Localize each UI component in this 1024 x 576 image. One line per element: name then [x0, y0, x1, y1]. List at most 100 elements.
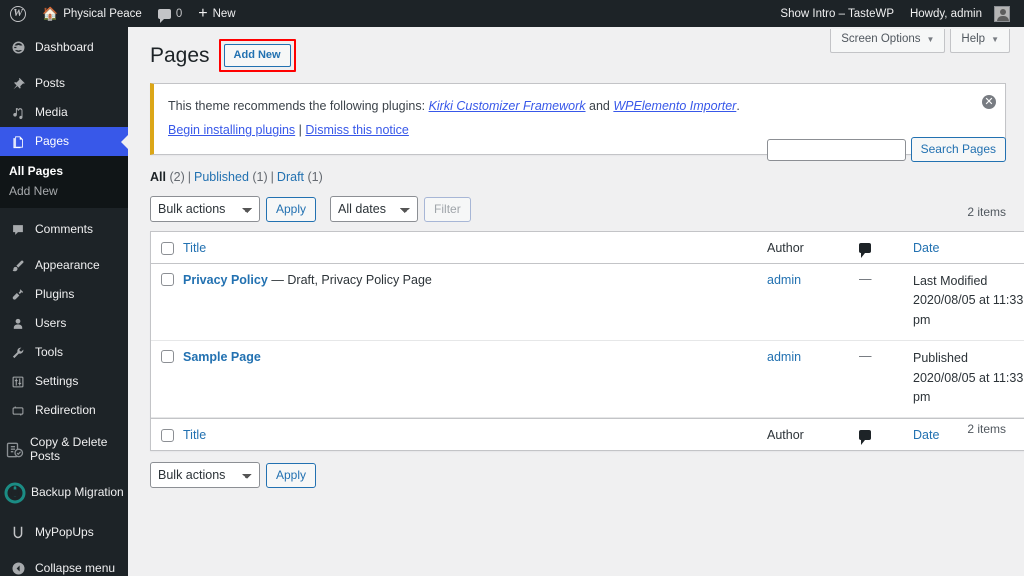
apply-button-bottom[interactable]: Apply — [266, 462, 317, 488]
search-box: Search Pages — [766, 137, 1006, 162]
column-header-title[interactable]: Title — [183, 241, 767, 255]
sidebar-item-copy-delete-posts[interactable]: Copy & Delete Posts — [0, 432, 128, 468]
sidebar-item-pages[interactable]: Pages — [0, 127, 128, 156]
filter-published-count: (1) — [252, 169, 268, 184]
add-new-button[interactable]: Add New — [223, 44, 291, 68]
notice-line-1: This theme recommends the following plug… — [168, 95, 993, 118]
column-header-comments[interactable] — [859, 242, 913, 258]
home-icon: 🏠 — [42, 6, 59, 21]
site-name-label: Physical Peace — [63, 7, 142, 20]
sidebar-item-label: MyPopUps — [35, 525, 94, 540]
date-status: Last Modified — [913, 274, 988, 289]
comments-bubble[interactable]: 0 — [150, 0, 190, 27]
filter-published-label[interactable]: Published — [194, 170, 249, 184]
row-author-cell: admin — [767, 272, 859, 287]
my-account-menu[interactable]: Howdy, admin — [902, 0, 1018, 27]
date-status: Published — [913, 351, 968, 366]
tablenav-top: Bulk actions Apply All dates Filter — [150, 196, 1024, 223]
wordpress-logo-menu[interactable]: W — [2, 0, 34, 27]
tablenav-bottom: Bulk actions Apply — [150, 462, 1024, 489]
backup-migration-icon — [2, 482, 28, 504]
bulk-actions-select-bottom[interactable]: Bulk actions — [150, 462, 260, 489]
column-header-date[interactable]: Date — [913, 241, 1024, 255]
column-footer-comments[interactable] — [859, 429, 913, 445]
sidebar-item-backup-migration[interactable]: Backup Migration — [0, 475, 128, 511]
date-filter-select[interactable]: All dates — [330, 196, 419, 223]
author-link[interactable]: admin — [767, 350, 801, 364]
sidebar-item-media[interactable]: Media — [0, 98, 128, 127]
row-checkbox[interactable] — [160, 350, 174, 364]
screen-options-label: Screen Options — [841, 33, 921, 45]
comment-bubble-icon — [157, 8, 171, 23]
row-checkbox[interactable] — [160, 273, 174, 287]
sidebar-subitem-add-new[interactable]: Add New — [0, 181, 128, 201]
sidebar-item-posts[interactable]: Posts — [0, 69, 128, 98]
search-input[interactable] — [766, 138, 906, 161]
notice-divider: | — [298, 123, 302, 138]
sidebar-item-tools[interactable]: Tools — [0, 338, 128, 367]
site-name-menu[interactable]: 🏠 Physical Peace — [34, 0, 150, 27]
help-button[interactable]: Help ▼ — [950, 29, 1010, 53]
sidebar-item-label: Comments — [35, 222, 94, 237]
sidebar-item-users[interactable]: Users — [0, 309, 128, 338]
filter-all-label[interactable]: All — [150, 170, 166, 184]
sidebar-subitem-all-pages[interactable]: All Pages — [0, 161, 128, 181]
filter-button[interactable]: Filter — [424, 196, 471, 222]
filter-divider: | — [187, 169, 191, 184]
filter-draft-label[interactable]: Draft — [277, 170, 304, 184]
show-intro-label: Show Intro – TasteWP — [780, 7, 894, 20]
plugin-link-kirki[interactable]: Kirki Customizer Framework — [429, 99, 586, 113]
bulk-actions-select-top[interactable]: Bulk actions — [150, 196, 260, 223]
admin-sidebar: Dashboard Posts Media Pages All Pages Ad… — [0, 27, 128, 576]
page-title-link[interactable]: Sample Page — [183, 350, 261, 364]
sidebar-submenu-pages: All Pages Add New — [0, 156, 128, 208]
column-footer-title[interactable]: Title — [183, 428, 767, 442]
search-pages-button[interactable]: Search Pages — [910, 137, 1006, 162]
pin-icon — [9, 75, 27, 93]
dashboard-icon — [9, 39, 27, 57]
table-header-row: Title Author Date — [151, 232, 1024, 265]
screen-meta-links: Screen Options ▼ Help ▼ — [825, 29, 1010, 53]
table-footer-row: Title Author Date — [151, 418, 1024, 450]
date-value: 2020/08/05 at 11:33 pm — [913, 293, 1024, 327]
notice-conjunction: and — [589, 99, 610, 114]
select-all-checkbox-bottom[interactable] — [160, 428, 174, 442]
sidebar-item-appearance[interactable]: Appearance — [0, 251, 128, 280]
begin-installing-plugins-link[interactable]: Begin installing plugins — [168, 123, 295, 137]
sidebar-item-label: Tools — [35, 345, 64, 360]
main-content: Screen Options ▼ Help ▼ Pages Add New Th… — [128, 27, 1024, 576]
sidebar-item-label: Appearance — [35, 258, 100, 273]
apply-button-top[interactable]: Apply — [266, 196, 317, 222]
dismiss-notice-link[interactable]: Dismiss this notice — [305, 123, 409, 137]
comment-count: 0 — [175, 7, 183, 20]
sidebar-item-dashboard[interactable]: Dashboard — [0, 33, 128, 62]
screen-options-button[interactable]: Screen Options ▼ — [830, 29, 946, 53]
sidebar-item-label: Redirection — [35, 403, 96, 418]
sidebar-item-plugins[interactable]: Plugins — [0, 280, 128, 309]
select-all-checkbox-top[interactable] — [160, 241, 174, 255]
author-link[interactable]: admin — [767, 273, 801, 287]
sidebar-item-comments[interactable]: Comments — [0, 215, 128, 244]
sidebar-item-collapse-menu[interactable]: Collapse menu — [0, 554, 128, 576]
sidebar-item-mypopups[interactable]: MyPopUps — [0, 518, 128, 547]
plugin-link-wpelemento[interactable]: WPElemento Importer — [613, 99, 736, 113]
avatar — [994, 5, 1010, 22]
close-icon[interactable]: ✕ — [982, 95, 996, 110]
sidebar-item-settings[interactable]: Settings — [0, 367, 128, 396]
row-select-cell — [151, 272, 183, 287]
row-comments-cell: — — [859, 272, 913, 286]
new-content-menu[interactable]: + New — [190, 0, 243, 27]
plus-icon: + — [198, 4, 208, 22]
row-title-cell: Privacy Policy — Draft, Privacy Policy P… — [183, 272, 767, 287]
row-title-cell: Sample Page — [183, 349, 767, 364]
table-row: Sample Page admin — Published 2020/08/05… — [151, 341, 1024, 419]
table-row: Privacy Policy — Draft, Privacy Policy P… — [151, 264, 1024, 342]
sidebar-item-redirection[interactable]: Redirection — [0, 396, 128, 425]
select-all-cell-bottom — [151, 428, 183, 442]
show-intro-link[interactable]: Show Intro – TasteWP — [772, 0, 902, 27]
page-title-link[interactable]: Privacy Policy — [183, 273, 268, 287]
sidebar-item-label: Plugins — [35, 287, 75, 302]
pages-icon — [9, 133, 27, 151]
sidebar-item-label: Collapse menu — [35, 561, 116, 576]
plugins-icon — [9, 286, 27, 304]
